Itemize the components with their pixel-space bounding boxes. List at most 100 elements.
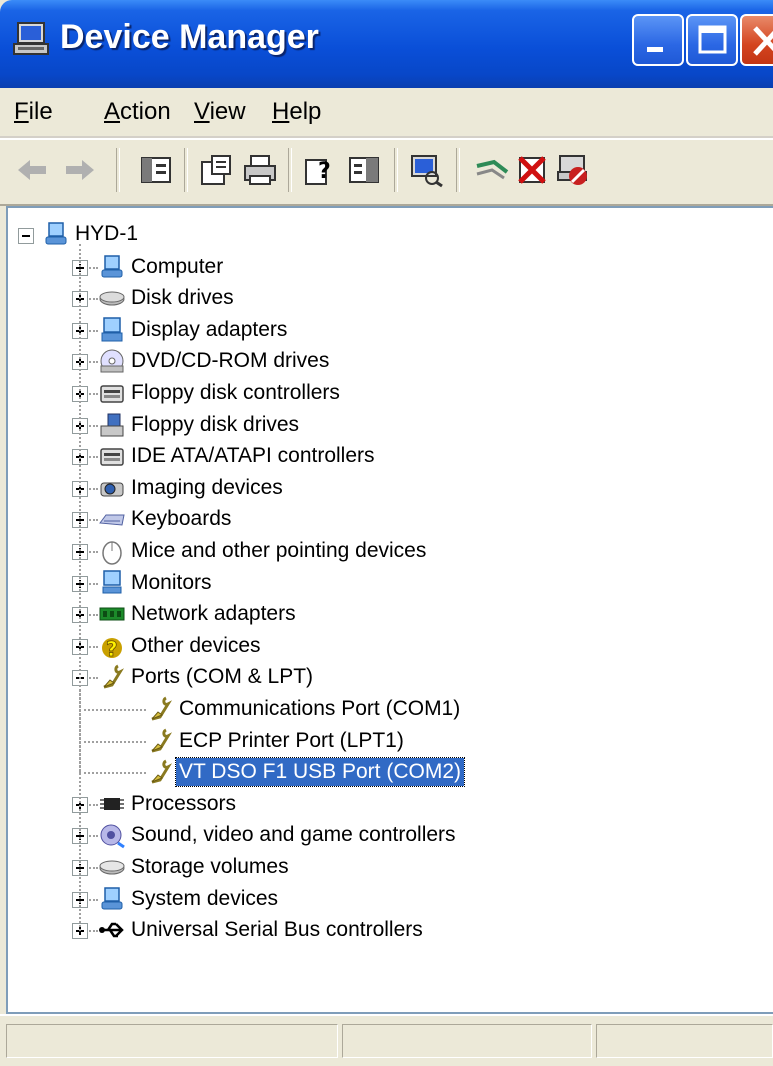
toolbar-separator (116, 148, 120, 192)
forward-icon (66, 160, 94, 180)
tree-device-label[interactable]: Communications Port (COM1) (176, 695, 463, 723)
computer-icon (42, 220, 70, 248)
processor-icon (98, 790, 126, 818)
tree-device-label[interactable]: VT DSO F1 USB Port (COM2) (175, 757, 465, 788)
view-icon (349, 157, 379, 183)
minimize-button[interactable] (632, 14, 684, 66)
status-panel-tertiary (596, 1024, 773, 1058)
tree-device-label[interactable]: ECP Printer Port (LPT1) (176, 727, 407, 755)
disable-icon (557, 155, 587, 185)
status-bar (0, 1014, 773, 1066)
device-manager-window: Device Manager File Action View Help ? H… (0, 0, 773, 1066)
tree-category-label[interactable]: Mice and other pointing devices (128, 537, 429, 565)
window-title: Device Manager (60, 18, 319, 56)
scan-hardware-button[interactable] (408, 152, 444, 188)
svg-text:?: ? (318, 159, 331, 184)
unknown-device-icon: ? (98, 632, 126, 660)
toolbar-separator (288, 148, 292, 192)
maximize-button[interactable] (686, 14, 738, 66)
menu-bar: File Action View Help (0, 88, 773, 138)
disable-button[interactable] (556, 152, 592, 188)
controller-icon (98, 442, 126, 470)
tree-category-label[interactable]: Disk drives (128, 284, 237, 312)
storage-icon (98, 853, 126, 881)
usb-icon (98, 916, 126, 944)
maximize-icon (698, 25, 727, 54)
tree-category-label[interactable]: System devices (128, 885, 281, 913)
up-level-button[interactable] (138, 152, 174, 188)
update-driver-button[interactable] (474, 152, 510, 188)
tree-category-label[interactable]: Other devices (128, 632, 264, 660)
title-bar[interactable]: Device Manager (0, 0, 773, 88)
tree-connector (79, 740, 146, 743)
tree-root-label[interactable]: HYD-1 (72, 220, 141, 248)
scan-hardware-icon (411, 155, 443, 188)
toolbar-separator (456, 148, 460, 192)
properties-button[interactable] (198, 152, 234, 188)
uninstall-icon (518, 156, 546, 184)
sound-icon (98, 821, 126, 849)
tree-category-label[interactable]: Computer (128, 253, 226, 281)
up-level-icon (141, 157, 171, 183)
close-icon (753, 26, 773, 56)
tree-connector (79, 244, 81, 932)
controller-icon (98, 379, 126, 407)
tree-category-label[interactable]: Floppy disk controllers (128, 379, 343, 407)
svg-text:?: ? (106, 637, 118, 660)
toolbar: ? (0, 138, 773, 206)
tree-category-label[interactable]: Network adapters (128, 600, 299, 628)
back-button[interactable] (14, 152, 50, 188)
print-icon (244, 155, 276, 185)
menu-help[interactable]: Help (272, 98, 321, 126)
tree-connector (79, 709, 146, 711)
view-button[interactable] (346, 152, 382, 188)
print-button[interactable] (242, 152, 278, 188)
uninstall-button[interactable] (514, 152, 550, 188)
network-card-icon (98, 600, 126, 628)
forward-button[interactable] (62, 152, 98, 188)
update-driver-icon (476, 159, 509, 180)
floppy-drive-icon (98, 411, 126, 439)
tree-category-label[interactable]: IDE ATA/ATAPI controllers (128, 442, 378, 470)
port-icon (98, 663, 126, 691)
mouse-icon (98, 537, 126, 565)
help-icon: ? (305, 159, 331, 185)
tree-category-label[interactable]: Storage volumes (128, 853, 292, 881)
disk-drive-icon (98, 284, 126, 312)
tree-category-label[interactable]: Keyboards (128, 505, 234, 533)
tree-category-label[interactable]: Ports (COM & LPT) (128, 663, 316, 691)
computer-icon (98, 253, 126, 281)
tree-category-label[interactable]: DVD/CD-ROM drives (128, 347, 332, 375)
status-panel-secondary (342, 1024, 592, 1058)
tree-category-label[interactable]: Imaging devices (128, 474, 286, 502)
port-icon (146, 727, 174, 755)
properties-icon (201, 155, 231, 185)
back-icon (18, 160, 46, 180)
port-icon (146, 758, 174, 786)
keyboard-icon (98, 505, 126, 533)
tree-connector (79, 772, 146, 775)
tree-category-label[interactable]: Display adapters (128, 316, 290, 344)
help-button[interactable]: ? (302, 152, 338, 188)
menu-action[interactable]: Action (104, 98, 171, 126)
minimize-icon (647, 47, 663, 52)
camera-icon (98, 474, 126, 502)
status-panel-main (6, 1024, 338, 1058)
close-button[interactable] (740, 14, 773, 66)
tree-category-label[interactable]: Floppy disk drives (128, 411, 302, 439)
system-device-icon (98, 885, 126, 913)
menu-file[interactable]: File (14, 98, 53, 126)
tree-category-label[interactable]: Sound, video and game controllers (128, 821, 459, 849)
display-adapter-icon (98, 316, 126, 344)
monitor-icon (98, 569, 126, 597)
computer-icon (12, 20, 52, 60)
dvd-drive-icon (98, 347, 126, 375)
toolbar-separator (394, 148, 398, 192)
collapse-toggle[interactable] (18, 228, 34, 244)
tree-category-label[interactable]: Monitors (128, 569, 215, 597)
tree-category-label[interactable]: Universal Serial Bus controllers (128, 916, 426, 944)
menu-view[interactable]: View (194, 98, 246, 126)
device-tree[interactable]: HYD-1 Computer Disk drives Display adapters… (6, 206, 773, 1014)
tree-category-label[interactable]: Processors (128, 790, 239, 818)
toolbar-separator (184, 148, 188, 192)
